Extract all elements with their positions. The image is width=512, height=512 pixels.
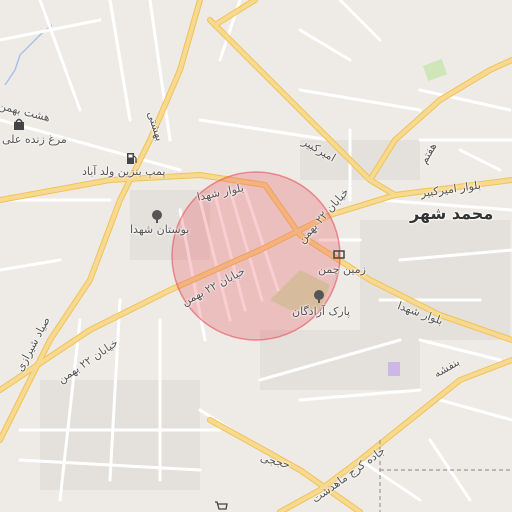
fuel-icon[interactable] xyxy=(124,150,138,164)
poi-label-zamin-chaman[interactable]: زمین چمن xyxy=(318,264,366,275)
shop-icon[interactable] xyxy=(12,116,26,130)
map-view[interactable]: محمد شهر بلوار شهدا بلوار شهدا خیابان ۲۲… xyxy=(0,0,512,512)
tree-icon[interactable] xyxy=(150,208,164,223)
map-canvas[interactable] xyxy=(0,0,512,512)
poi-label-pomp-benzin[interactable]: پمپ بنزین ولد آباد xyxy=(82,166,165,177)
park-tree-icon[interactable] xyxy=(312,288,326,303)
poi-label-park-azadegan[interactable]: پارک آزادگان xyxy=(292,306,350,317)
stadium-icon[interactable] xyxy=(332,246,346,260)
city-label: محمد شهر xyxy=(410,204,494,223)
poi-patch xyxy=(388,362,400,376)
poi-label-morgh-zendeh[interactable]: مرغ زنده علی xyxy=(2,134,67,145)
poi-label-bustan-shohada[interactable]: بوستان شهدا xyxy=(130,224,189,235)
cart-icon[interactable] xyxy=(214,498,228,512)
